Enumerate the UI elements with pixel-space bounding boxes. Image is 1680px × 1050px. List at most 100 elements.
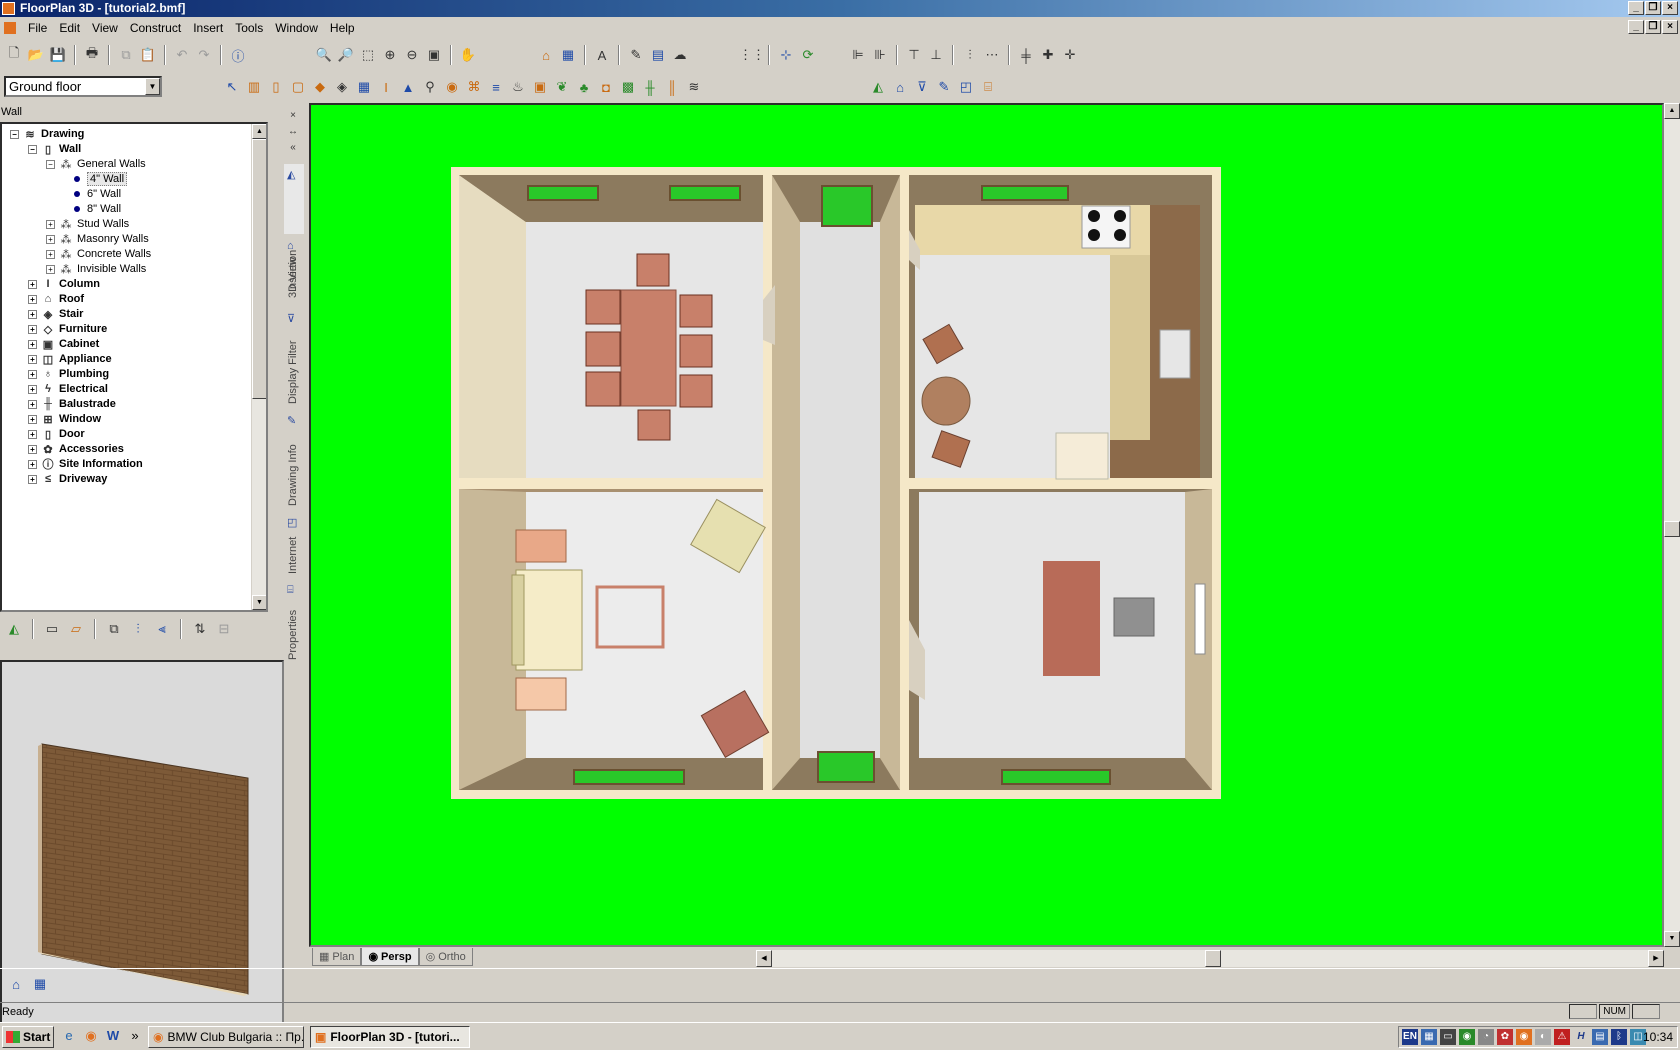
person-tool-icon[interactable]: ⚲ bbox=[420, 77, 440, 97]
sort-icon[interactable]: ⇅ bbox=[190, 619, 210, 639]
expand-icon[interactable]: + bbox=[28, 339, 37, 349]
menu-tools[interactable]: Tools bbox=[229, 21, 269, 35]
maximize-button[interactable]: ❐ bbox=[1645, 1, 1661, 15]
chevron-down-icon[interactable]: ▼ bbox=[145, 78, 160, 95]
faucet-tool-icon[interactable]: ♨ bbox=[508, 77, 528, 97]
distribute-vertical-icon[interactable]: ⫶ bbox=[960, 45, 980, 65]
tree-item-wall[interactable]: − ▯ Wall bbox=[28, 141, 81, 157]
expand-icon[interactable]: + bbox=[46, 219, 55, 229]
scroll-up-icon[interactable]: ▲ bbox=[252, 124, 266, 139]
scroll-down-icon[interactable]: ▼ bbox=[252, 595, 266, 610]
scroll-right-icon[interactable]: ▶ bbox=[1648, 950, 1664, 967]
tree-scrollbar[interactable]: ▲ ▼ bbox=[251, 124, 266, 610]
bed-icon[interactable]: ▦ bbox=[558, 45, 578, 65]
minimize-button[interactable]: _ bbox=[1628, 1, 1644, 15]
tab-display-filter[interactable]: ⊽ Display Filter bbox=[284, 308, 304, 408]
network-tray-icon[interactable]: ▦ bbox=[1421, 1029, 1437, 1045]
column-tool-icon[interactable]: I bbox=[376, 77, 396, 97]
tree-item-cabinet[interactable]: + ▣ Cabinet bbox=[28, 336, 99, 352]
device-tray-icon[interactable]: ▤ bbox=[1592, 1029, 1608, 1045]
catalog-icon[interactable]: ▦ bbox=[30, 974, 50, 994]
refresh-icon[interactable]: ⟳ bbox=[798, 45, 818, 65]
table-icon[interactable]: ▤ bbox=[648, 45, 668, 65]
doc-minimize-button[interactable]: _ bbox=[1628, 20, 1644, 34]
zoom-fit-icon[interactable]: ▣ bbox=[424, 45, 444, 65]
library-icon[interactable]: ⌂ bbox=[536, 45, 556, 65]
task-button-browser[interactable]: ◉ BMW Club Bulgaria :: Пр... bbox=[148, 1026, 304, 1048]
properties-icon[interactable]: ✎ bbox=[934, 77, 954, 97]
sound-tray-icon[interactable]: ◐ bbox=[1535, 1029, 1551, 1045]
material-icon[interactable]: ☁ bbox=[670, 45, 690, 65]
tree-item-6-wall[interactable]: 6" Wall bbox=[64, 186, 121, 202]
viewport-horizontal-scrollbar[interactable]: ◀ ▶ bbox=[756, 950, 1664, 967]
open-folder-lib-icon[interactable]: ▱ bbox=[66, 619, 86, 639]
tab-internet[interactable]: ◰ Internet bbox=[284, 512, 304, 578]
tree-item-roof[interactable]: + ⌂ Roof bbox=[28, 291, 84, 307]
app-icon[interactable] bbox=[2, 2, 15, 15]
tree-item-4-wall[interactable]: 4" Wall bbox=[64, 171, 128, 187]
tab-3d-view[interactable]: ⌂ 3D View bbox=[284, 236, 304, 306]
fence-tool-icon[interactable]: ╫ bbox=[640, 77, 660, 97]
expand-icon[interactable]: + bbox=[28, 369, 37, 379]
driveway-tool-icon[interactable]: ≋ bbox=[684, 77, 704, 97]
plumbing-tool-icon[interactable]: ≡ bbox=[486, 77, 506, 97]
fireplace-tool-icon[interactable]: ▣ bbox=[530, 77, 550, 97]
tab-plan[interactable]: ▦ Plan bbox=[312, 948, 362, 966]
print-icon[interactable]: 🖶 bbox=[82, 45, 102, 65]
doc-restore-button[interactable]: ❐ bbox=[1645, 20, 1661, 34]
tree-item-plumbing[interactable]: + ♁ Plumbing bbox=[28, 366, 109, 382]
expand-icon[interactable]: + bbox=[28, 279, 37, 289]
word-quicklaunch-icon[interactable]: W bbox=[104, 1027, 122, 1045]
tab-properties[interactable]: ⌸ Properties bbox=[284, 580, 304, 664]
tree-item-general-walls[interactable]: − ⁂ General Walls bbox=[46, 156, 146, 172]
tree-item-drawing[interactable]: − ≋ Drawing bbox=[10, 126, 84, 142]
tree-item-electrical[interactable]: + ϟ Electrical bbox=[28, 381, 108, 397]
expand-icon[interactable]: + bbox=[28, 459, 37, 469]
menu-file[interactable]: File bbox=[22, 21, 53, 35]
scroll-left-icon[interactable]: ◀ bbox=[756, 950, 772, 967]
expand-icon[interactable]: + bbox=[46, 249, 55, 259]
tree-item-door[interactable]: + ▯ Door bbox=[28, 426, 85, 442]
measure-icon[interactable]: ✎ bbox=[626, 45, 646, 65]
place-item-icon[interactable]: ◭ bbox=[4, 619, 24, 639]
viewport-hscroll-thumb[interactable] bbox=[1205, 950, 1221, 967]
close-panel-icon[interactable]: × bbox=[286, 108, 300, 122]
menu-view[interactable]: View bbox=[86, 21, 124, 35]
expand-icon[interactable]: + bbox=[46, 264, 55, 274]
collapse-icon[interactable]: − bbox=[46, 159, 55, 169]
tree-item-site-information[interactable]: + ⓘ Site Information bbox=[28, 456, 143, 472]
alert-tray-icon[interactable]: ⚠ bbox=[1554, 1029, 1570, 1045]
layer-icon[interactable]: ⌂ bbox=[6, 974, 26, 994]
start-button[interactable]: Start bbox=[2, 1026, 54, 1048]
tree-item-concrete-walls[interactable]: + ⁂ Concrete Walls bbox=[46, 246, 151, 262]
menu-insert[interactable]: Insert bbox=[187, 21, 229, 35]
align-top-icon[interactable]: ⊤ bbox=[904, 45, 924, 65]
railing-tool-icon[interactable]: ║ bbox=[662, 77, 682, 97]
text-icon[interactable]: A bbox=[592, 45, 612, 65]
paste-icon[interactable]: 📋 bbox=[138, 45, 158, 65]
tree-item-balustrade[interactable]: + ╫ Balustrade bbox=[28, 396, 116, 412]
3d-viewport[interactable] bbox=[309, 103, 1664, 947]
zoom-window-icon[interactable]: ⬚ bbox=[358, 45, 378, 65]
expand-icon[interactable]: + bbox=[28, 414, 37, 424]
remove-item-icon[interactable]: ⊟ bbox=[214, 619, 234, 639]
tree-item-8-wall[interactable]: 8" Wall bbox=[64, 201, 121, 217]
tree-expand-icon[interactable]: ⫶ bbox=[128, 619, 148, 639]
menu-edit[interactable]: Edit bbox=[53, 21, 86, 35]
bluetooth-tray-icon[interactable]: ᛒ bbox=[1611, 1029, 1627, 1045]
deck-tool-icon[interactable]: ▩ bbox=[618, 77, 638, 97]
distribute-horizontal-icon[interactable]: ⋯ bbox=[982, 45, 1002, 65]
viewport-vertical-scrollbar[interactable]: ▲ ▼ bbox=[1664, 103, 1680, 947]
sign-tool-icon[interactable]: ◘ bbox=[596, 77, 616, 97]
tree-item-masonry-walls[interactable]: + ⁂ Masonry Walls bbox=[46, 231, 149, 247]
close-button[interactable]: × bbox=[1662, 1, 1678, 15]
align-bottom-icon[interactable]: ⊥ bbox=[926, 45, 946, 65]
tree-item-column[interactable]: + I Column bbox=[28, 276, 100, 292]
landscape-tool-icon[interactable]: ❦ bbox=[552, 77, 572, 97]
house-view-icon[interactable]: ⌂ bbox=[890, 77, 910, 97]
expand-icon[interactable]: + bbox=[28, 309, 37, 319]
tree-item-invisible-walls[interactable]: + ⁂ Invisible Walls bbox=[46, 261, 146, 277]
expand-icon[interactable]: + bbox=[28, 354, 37, 364]
language-indicator[interactable]: EN bbox=[1402, 1029, 1418, 1045]
center-horizontal-icon[interactable]: ✚ bbox=[1038, 45, 1058, 65]
